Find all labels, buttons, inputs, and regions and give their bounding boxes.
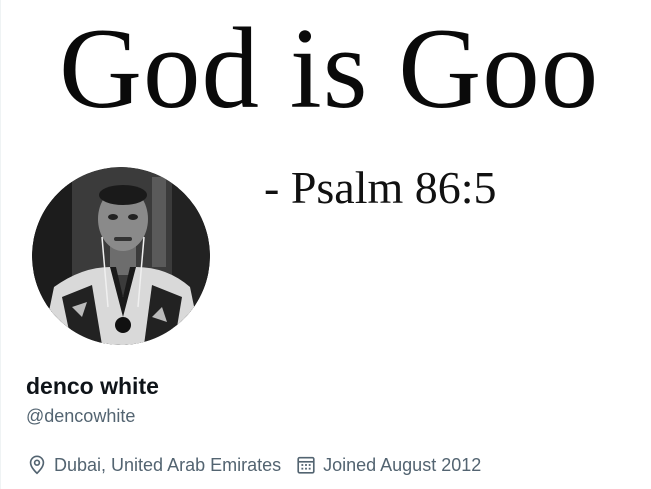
location-pin-icon (29, 455, 45, 475)
joined-text: Joined August 2012 (323, 454, 482, 475)
profile-meta: Dubai, United Arab Emirates Joined Augus… (26, 452, 495, 478)
user-handle: @dencowhite (26, 406, 136, 426)
display-name: denco white (26, 373, 159, 399)
banner-headline: God is Goo (59, 5, 600, 132)
location-text: Dubai, United Arab Emirates (54, 454, 282, 475)
profile-page: God is Goo - Psalm 86:5 denco white @den… (0, 0, 651, 489)
profile-photo (32, 167, 210, 345)
calendar-icon (297, 456, 315, 474)
joined-item: Joined August 2012 (295, 454, 481, 476)
location-item: Dubai, United Arab Emirates (26, 454, 281, 476)
avatar[interactable] (28, 163, 214, 349)
banner-attribution: - Psalm 86:5 (264, 162, 497, 213)
